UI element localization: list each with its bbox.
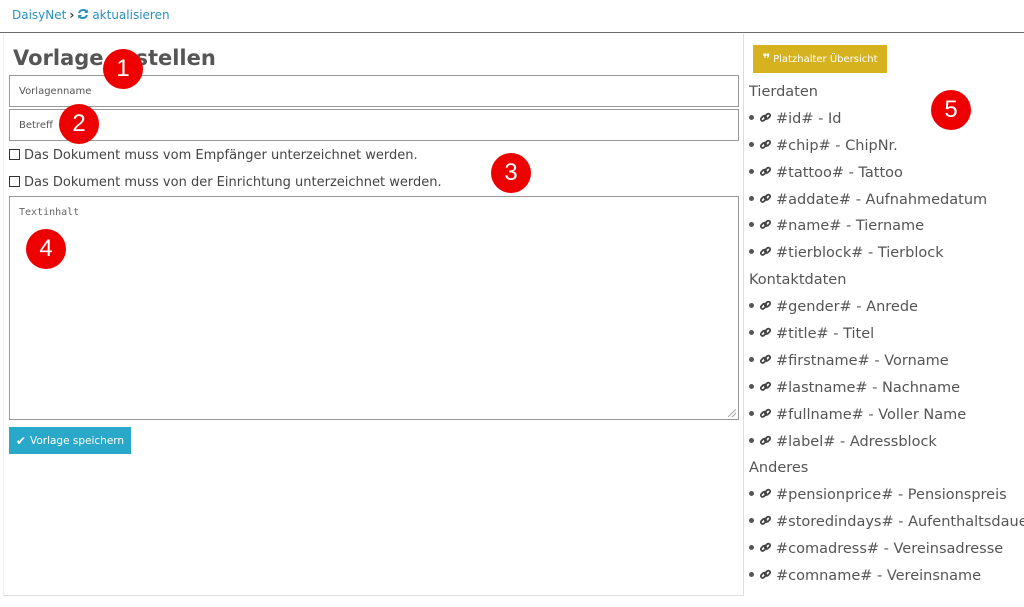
annotation-marker-1: 1 <box>103 49 143 89</box>
bullet-icon <box>749 330 754 336</box>
save-template-label: Vorlage speichern <box>29 434 125 447</box>
placeholder-item-label: #comadress# - Vereinsadresse <box>776 541 1004 558</box>
placeholder-overview-button[interactable]: ❞ Platzhalter Übersicht <box>753 45 887 73</box>
placeholder-item[interactable]: #title# - Titel <box>749 321 1024 348</box>
template-form: Vorlage erstellen Vorlagenname Betreff D… <box>3 34 744 596</box>
annotation-marker-3: 3 <box>491 153 531 193</box>
placeholder-item[interactable]: #label# - Adressblock <box>749 429 1024 456</box>
placeholder-item-label: #name# - Tiername <box>776 218 925 235</box>
annotation-marker-2: 2 <box>59 104 99 144</box>
recipient-signature-checkbox[interactable] <box>9 149 20 160</box>
placeholder-item-label: #gender# - Anrede <box>776 299 918 316</box>
quote-icon: ❞ <box>762 51 771 67</box>
bullet-icon <box>749 222 754 228</box>
link-icon <box>759 537 772 552</box>
placeholder-item[interactable]: #fullname# - Voller Name <box>749 402 1024 429</box>
link-icon <box>759 161 772 176</box>
placeholder-item[interactable]: #tattoo# - Tattoo <box>749 160 1024 187</box>
link-icon <box>759 322 772 337</box>
placeholder-item-label: #firstname# - Vorname <box>776 352 949 369</box>
recipient-signature-option: Das Dokument muss vom Empfänger unterzei… <box>9 148 418 163</box>
placeholder-item[interactable]: #name# - Tiername <box>749 213 1024 240</box>
placeholder-item-label: #tattoo# - Tattoo <box>776 164 903 181</box>
placeholder-item-label: #chip# - ChipNr. <box>776 137 898 154</box>
link-icon <box>759 430 772 445</box>
placeholder-item[interactable]: #id# - Id <box>749 106 1024 133</box>
placeholder-item[interactable]: #gender# - Anrede <box>749 294 1024 321</box>
recipient-signature-label: Das Dokument muss vom Empfänger unterzei… <box>24 148 418 163</box>
link-icon <box>759 188 772 203</box>
placeholder-overview-label: Platzhalter Übersicht <box>773 53 878 65</box>
bullet-icon <box>749 356 754 362</box>
placeholder-item[interactable]: #comname# - Vereinsname <box>749 563 1024 590</box>
placeholder-item[interactable]: #firstname# - Vorname <box>749 348 1024 375</box>
bullet-icon <box>749 114 754 120</box>
group-heading-anderes: Anderes <box>749 460 809 477</box>
bullet-icon <box>749 168 754 174</box>
placeholder-item[interactable]: #tierblock# - Tierblock <box>749 240 1024 267</box>
bullet-icon <box>749 410 754 416</box>
content-textarea[interactable]: Textinhalt <box>9 196 739 420</box>
placeholder-item-label: #label# - Adressblock <box>776 433 937 450</box>
placeholder-item[interactable]: #pensionprice# - Pensionspreis <box>749 482 1024 509</box>
bullet-icon <box>749 303 754 309</box>
bullet-icon <box>749 141 754 147</box>
subject-input[interactable]: Betreff <box>9 109 739 141</box>
link-icon <box>759 295 772 310</box>
placeholder-item-label: #title# - Titel <box>776 326 875 343</box>
bullet-icon <box>749 249 754 255</box>
link-icon <box>759 349 772 364</box>
placeholder-item[interactable]: #storedindays# - Aufenthaltsdauer <box>749 509 1024 536</box>
placeholder-item-label: #id# - Id <box>776 110 842 127</box>
breadcrumb-root[interactable]: DaisyNet <box>12 8 66 22</box>
placeholder-item[interactable]: #chip# - ChipNr. <box>749 133 1024 160</box>
bullet-icon <box>749 491 754 497</box>
group-heading-kontaktdaten: Kontaktdaten <box>749 272 847 289</box>
bullet-icon <box>749 572 754 578</box>
link-icon <box>759 376 772 391</box>
facility-signature-option: Das Dokument muss von der Einrichtung un… <box>9 175 442 190</box>
link-icon <box>759 564 772 579</box>
template-name-placeholder: Vorlagenname <box>19 86 92 97</box>
bullet-icon <box>749 437 754 443</box>
placeholder-item-label: #pensionprice# - Pensionspreis <box>776 487 1007 504</box>
link-icon <box>759 483 772 499</box>
placeholder-item-label: #addate# - Aufnahmedatum <box>776 191 988 208</box>
bullet-icon <box>749 195 754 201</box>
link-icon <box>759 241 772 257</box>
placeholder-item-label: #lastname# - Nachname <box>776 379 961 396</box>
checkmark-icon: ✔ <box>15 433 26 448</box>
resize-handle-icon[interactable] <box>728 409 736 417</box>
facility-signature-label: Das Dokument muss von der Einrichtung un… <box>24 175 442 190</box>
link-icon <box>759 107 772 122</box>
facility-signature-checkbox[interactable] <box>9 176 20 187</box>
breadcrumb-separator: › <box>69 8 75 22</box>
link-icon <box>759 134 772 149</box>
placeholder-item-label: #comname# - Vereinsname <box>776 568 982 585</box>
content-placeholder: Textinhalt <box>19 207 80 218</box>
bullet-icon <box>749 383 754 389</box>
save-template-button[interactable]: ✔ Vorlage speichern <box>9 427 131 454</box>
refresh-icon[interactable] <box>77 8 89 20</box>
bullet-icon <box>749 518 754 524</box>
placeholder-item[interactable]: #addate# - Aufnahmedatum <box>749 187 1024 214</box>
link-icon <box>759 510 772 526</box>
placeholder-sidebar: ❞ Platzhalter Übersicht Tierdaten #id# - … <box>745 34 1024 596</box>
group-heading-tierdaten: Tierdaten <box>749 84 818 100</box>
breadcrumb-current[interactable]: aktualisieren <box>92 8 169 22</box>
placeholder-list: Tierdaten #id# - Id #chip# - ChipNr. #ta… <box>749 79 1024 590</box>
placeholder-item[interactable]: #lastname# - Nachname <box>749 375 1024 402</box>
bullet-icon <box>749 545 754 551</box>
placeholder-item-label: #tierblock# - Tierblock <box>776 245 944 262</box>
link-icon <box>759 403 772 418</box>
annotation-marker-4: 4 <box>26 229 66 269</box>
link-icon <box>759 214 772 230</box>
placeholder-item-label: #storedindays# - Aufenthaltsdauer <box>776 514 1024 531</box>
top-bar: DaisyNet › aktualisieren <box>0 0 1024 33</box>
annotation-marker-5: 5 <box>931 90 971 130</box>
placeholder-item[interactable]: #comadress# - Vereinsadresse <box>749 536 1024 563</box>
placeholder-item-label: #fullname# - Voller Name <box>776 406 967 423</box>
breadcrumb: DaisyNet › aktualisieren <box>12 8 170 22</box>
subject-placeholder: Betreff <box>19 120 53 131</box>
